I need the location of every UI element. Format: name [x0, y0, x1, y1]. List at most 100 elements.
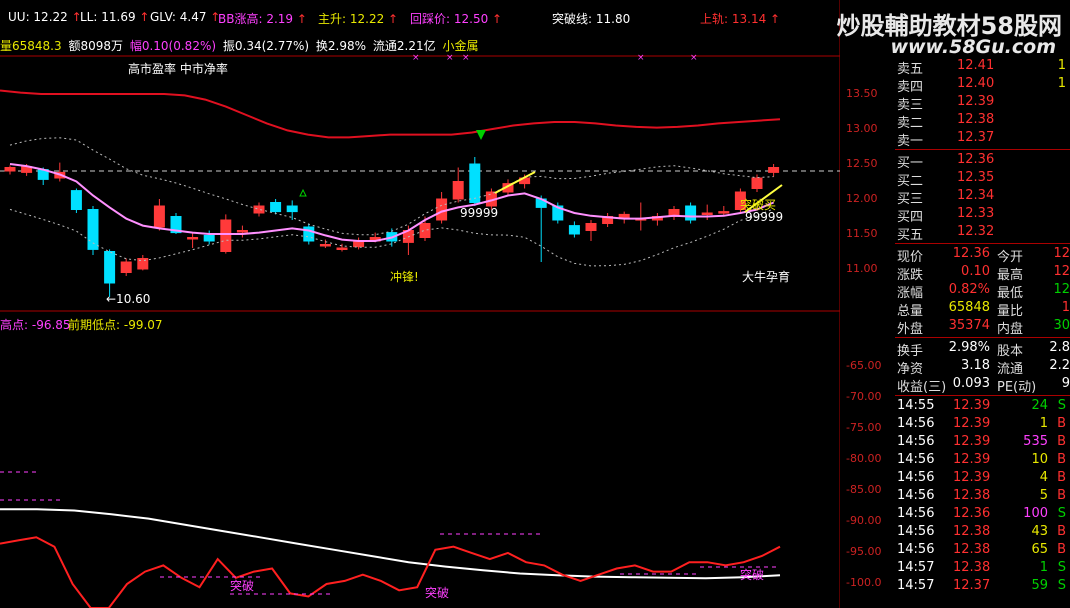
tick-side: B — [1057, 488, 1066, 503]
valuation-label: 高市盈率 中市净率 — [128, 62, 228, 76]
indicator-2: GLV: 4.47 ↑ — [150, 10, 221, 24]
watermark-url: www.58Gu.com — [890, 36, 1056, 58]
stat-value: 35374 — [948, 318, 990, 333]
stat-value: 12.36 — [952, 246, 990, 261]
stat-label: 流通 — [997, 362, 1024, 377]
tick-price: 12.39 — [953, 452, 991, 467]
stat-row: 涨幅 0.82% 最低 12 — [895, 282, 1070, 301]
price-tick: 11.00 — [846, 262, 878, 275]
tick-volume: 535 — [1023, 434, 1048, 449]
volume-text: 量65848.3 — [0, 39, 62, 53]
ask-row: 卖五 12.41 1 — [895, 58, 1070, 77]
tick-side: S — [1057, 560, 1066, 575]
stat-label: 内盘 — [997, 322, 1024, 337]
candle — [668, 206, 680, 220]
tick-time: 14:56 — [897, 488, 935, 503]
ask-row: 卖三 12.39 — [895, 94, 1070, 113]
candle — [253, 202, 265, 217]
indicator-3: BB涨高: 2.19 ↑ — [218, 12, 307, 26]
tick-volume: 100 — [1023, 506, 1048, 521]
candle — [651, 213, 663, 226]
indicator-bar: UU: 12.22 ↑ LL: 11.69 ↑ GLV: 4.47 ↑ BB涨高: 2… — [0, 0, 840, 34]
stat-label: 换手 — [897, 344, 924, 359]
stat-label: 总量 — [897, 304, 924, 319]
candle — [685, 202, 697, 224]
stat-value: 0.82% — [948, 282, 990, 297]
tick-side: B — [1057, 452, 1066, 467]
stat-value: 3.18 — [961, 358, 990, 373]
candle — [452, 167, 464, 203]
tick-volume: 24 — [1031, 398, 1048, 413]
tick-price: 12.39 — [953, 434, 991, 449]
ask-row: 卖一 12.37 — [895, 130, 1070, 149]
stat-row: 现价 12.36 今开 12 — [895, 246, 1070, 265]
stat-row: 换手 2.98% 股本 2.8 — [895, 340, 1070, 359]
tick-side: B — [1057, 524, 1066, 539]
panel-separator — [895, 395, 1070, 396]
tick-price: 12.37 — [953, 578, 991, 593]
stat-label: 今开 — [997, 250, 1024, 265]
stat-row: 净资 3.18 流通 2.2 — [895, 358, 1070, 377]
breakout-label-3: 突破 — [740, 568, 765, 582]
stat-value: 0.10 — [961, 264, 990, 279]
tick-time: 14:57 — [897, 560, 935, 575]
indicator-tick: -65.00 — [846, 359, 882, 372]
lower-red-line — [0, 536, 781, 608]
candle — [87, 206, 99, 255]
lower-high-label: 高点: -96.85 — [0, 318, 71, 332]
indicator-tick: -70.00 — [846, 390, 882, 403]
lower-low-label: 前期低点: -99.07 — [68, 318, 163, 332]
tick-row: 14:57 12.37 59 S — [895, 578, 1070, 596]
tick-row: 14:56 12.39 535 B — [895, 434, 1070, 452]
indicator-tick: -100.0 — [846, 576, 882, 589]
low-price-label: ←10.60 — [106, 292, 151, 306]
tick-time: 14:55 — [897, 398, 935, 413]
candle — [353, 237, 365, 250]
tick-side: B — [1057, 416, 1066, 431]
stat-label: 外盘 — [897, 322, 924, 337]
tick-price: 12.39 — [953, 416, 991, 431]
panel-separator — [895, 149, 1070, 150]
tick-price: 12.39 — [953, 470, 991, 485]
stat-value: 2.2 — [1049, 358, 1070, 373]
stat-value: 12 — [1053, 246, 1070, 261]
tick-row: 14:56 12.39 1 B — [895, 416, 1070, 434]
panel-separator — [895, 243, 1070, 244]
breakout-label-1: 突破 — [230, 579, 255, 593]
tick-side: B — [1057, 542, 1066, 557]
bid-row: 买五 12.32 — [895, 224, 1070, 243]
bid-label: 买五 — [897, 228, 924, 243]
sector-text: 小金属 — [442, 39, 479, 53]
stat-row: 收益(三) 0.093 PE(动) 9 — [895, 376, 1070, 395]
ask-volume: 1 — [1057, 58, 1066, 73]
indicator-tick: -95.00 — [846, 545, 882, 558]
signal-mark: × — [462, 53, 470, 63]
candle — [104, 249, 116, 297]
stat-value: 30 — [1053, 318, 1070, 333]
tick-price: 12.38 — [953, 542, 991, 557]
candle — [535, 195, 547, 262]
quote-panel: 卖五 12.41 1 卖四 12.40 1 卖三 12.39 卖二 12.38 卖一 12.37 买一 1… — [895, 56, 1070, 608]
ask-label: 卖二 — [897, 116, 924, 131]
stat-label: 收益(三) — [897, 380, 947, 395]
tick-row: 14:56 12.38 5 B — [895, 488, 1070, 506]
breakout-buy-label: 突破买 — [740, 198, 777, 212]
stat-value: 0.093 — [952, 376, 990, 391]
price-tick: 12.00 — [846, 192, 878, 205]
tick-time: 14:56 — [897, 452, 935, 467]
bid-row: 买三 12.34 — [895, 188, 1070, 207]
stat-label: 净资 — [897, 362, 924, 377]
candle — [635, 202, 647, 231]
price-tick: 12.50 — [846, 157, 878, 170]
bid-price: 12.36 — [957, 152, 995, 167]
tick-row: 14:55 12.39 24 S — [895, 398, 1070, 416]
candle — [768, 164, 780, 177]
tick-row: 14:56 12.36 100 S — [895, 506, 1070, 524]
candle — [187, 232, 199, 248]
candle — [54, 162, 66, 182]
bid-price: 12.34 — [957, 188, 995, 203]
ask-price: 12.37 — [957, 130, 995, 145]
stat-label: 量比 — [997, 304, 1024, 319]
amount-text: 额8098万 — [68, 39, 123, 53]
candle — [153, 199, 165, 231]
